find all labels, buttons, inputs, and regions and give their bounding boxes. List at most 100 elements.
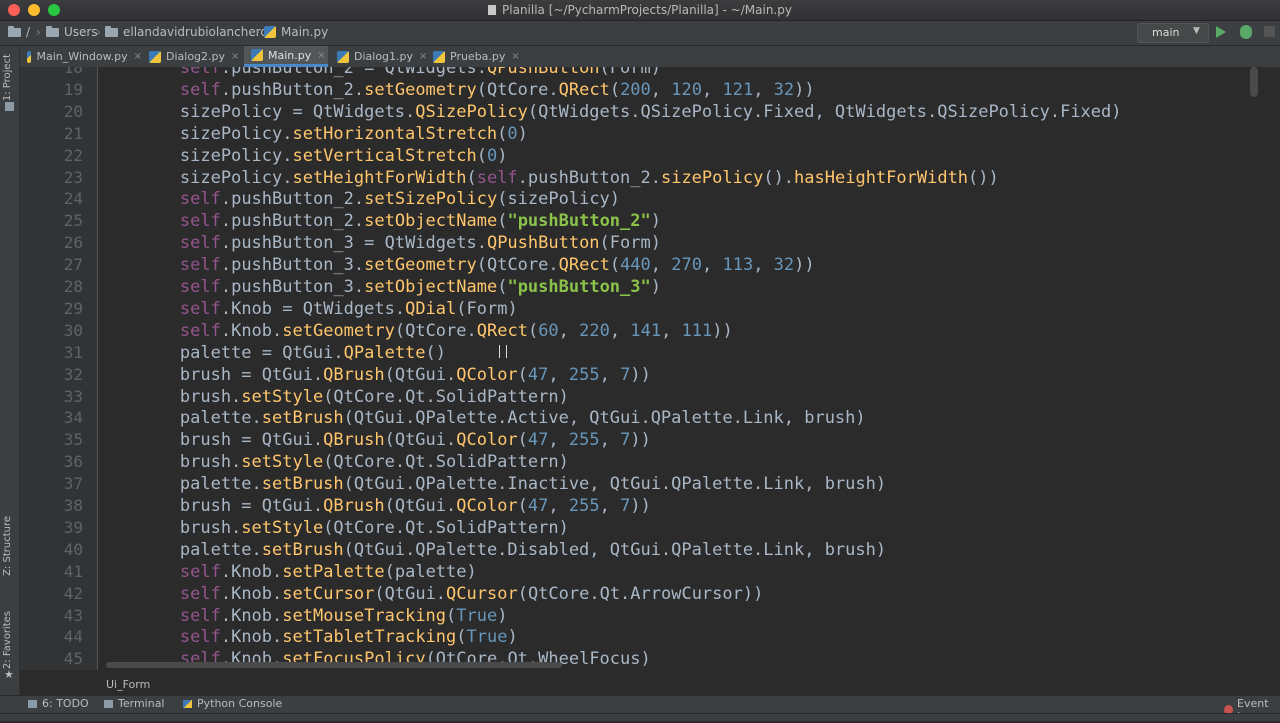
tab-prueba[interactable]: Prueba.py × [426, 46, 520, 67]
line-number: 34 [63, 408, 83, 428]
close-icon[interactable]: × [317, 50, 325, 61]
scrollbar-thumb[interactable] [106, 662, 562, 668]
run-configuration-label: main [1152, 26, 1180, 39]
editor-tab-bar: Main_Window.py × Dialog2.py × Main.py × Dia… [20, 46, 1280, 68]
line-number: 21 [63, 123, 83, 143]
structure-tool-button[interactable]: Z: Structure [2, 516, 13, 576]
code-editor[interactable]: self.pushButton_2 = QtWidgets.QPushButto… [98, 67, 1263, 670]
breadcrumb-separator: › [255, 25, 260, 39]
code-line[interactable]: palette.setBrush(QtGui.QPalette.Active, … [98, 407, 1198, 429]
debug-icon[interactable] [1240, 25, 1252, 39]
line-number: 39 [63, 517, 83, 537]
line-number: 33 [63, 386, 83, 406]
line-number: 25 [63, 211, 83, 231]
code-line[interactable]: self.pushButton_3 = QtWidgets.QPushButto… [98, 232, 1198, 254]
left-tool-strip: 1: Project Z: Structure 2: Favorites ★ [0, 46, 20, 696]
python-file-icon [149, 50, 161, 63]
code-line[interactable]: sizePolicy.setVerticalStretch(0) [98, 145, 1198, 167]
line-number: 41 [63, 561, 83, 581]
code-line[interactable]: self.pushButton_3.setObjectName("pushBut… [98, 276, 1198, 298]
scrollbar-thumb[interactable] [1250, 67, 1258, 97]
code-line[interactable]: self.pushButton_3.setGeometry(QtCore.QRe… [98, 254, 1198, 276]
stop-icon[interactable] [1264, 26, 1275, 37]
code-line[interactable]: brush.setStyle(QtCore.Qt.SolidPattern) [98, 451, 1198, 473]
tab-main[interactable]: Main.py × [244, 46, 328, 67]
line-number: 43 [63, 605, 83, 625]
code-line[interactable]: self.pushButton_2.setSizePolicy(sizePoli… [98, 188, 1198, 210]
python-file-icon [433, 50, 445, 63]
line-number: 29 [63, 298, 83, 318]
list-icon [28, 699, 37, 708]
code-line[interactable]: self.Knob.setGeometry(QtCore.QRect(60, 2… [98, 320, 1198, 342]
code-breadcrumb[interactable]: Ui_Form [98, 676, 1280, 695]
code-line[interactable]: brush.setStyle(QtCore.Qt.SolidPattern) [98, 517, 1198, 539]
terminal-icon [104, 699, 113, 708]
line-number: 40 [63, 539, 83, 559]
code-line[interactable]: brush = QtGui.QBrush(QtGui.QColor(47, 25… [98, 495, 1198, 517]
code-line[interactable]: sizePolicy.setHeightForWidth(self.pushBu… [98, 167, 1198, 189]
project-icon [5, 102, 14, 111]
horizontal-scrollbar[interactable] [98, 660, 1263, 670]
python-console-icon [183, 699, 192, 708]
run-configuration-select[interactable]: main ▼ [1137, 23, 1209, 43]
code-line[interactable]: self.Knob = QtWidgets.QDial(Form) [98, 298, 1198, 320]
code-line[interactable]: self.Knob.setCursor(QtGui.QCursor(QtCore… [98, 583, 1198, 605]
close-icon[interactable]: × [231, 51, 239, 62]
code-line[interactable]: sizePolicy = QtWidgets.QSizePolicy(QtWid… [98, 101, 1198, 123]
code-line[interactable]: self.Knob.setTabletTracking(True) [98, 626, 1198, 648]
line-number: 37 [63, 474, 83, 494]
line-number: 32 [63, 364, 83, 384]
code-line[interactable]: self.Knob.setPalette(palette) [98, 561, 1198, 583]
todo-tool-button[interactable]: 6: TODO [28, 697, 89, 710]
star-icon: ★ [4, 668, 14, 681]
favorites-tool-button[interactable]: 2: Favorites [2, 611, 13, 669]
line-number: 38 [63, 496, 83, 515]
window-title: Planilla [~/PycharmProjects/Planilla] - … [0, 3, 1280, 17]
breadcrumb-file[interactable]: Main.py [264, 25, 328, 39]
line-number: 24 [63, 189, 83, 209]
window-titlebar: Planilla [~/PycharmProjects/Planilla] - … [0, 0, 1280, 21]
code-line[interactable]: self.pushButton_2 = QtWidgets.QPushButto… [98, 67, 1198, 79]
code-line[interactable]: palette.setBrush(QtGui.QPalette.Disabled… [98, 539, 1198, 561]
line-number: 19 [63, 79, 83, 99]
code-line[interactable]: self.pushButton_2.setObjectName("pushBut… [98, 210, 1198, 232]
breadcrumb-root[interactable]: / [8, 25, 30, 39]
line-number: 27 [63, 255, 83, 275]
code-line[interactable]: sizePolicy.setHorizontalStretch(0) [98, 123, 1198, 145]
folder-icon [105, 25, 118, 37]
vertical-scrollbar[interactable] [1246, 67, 1263, 670]
breadcrumb-user-folder[interactable]: ellandavidrubiolancheros [105, 25, 274, 39]
line-number: 44 [63, 627, 83, 647]
close-icon[interactable]: × [511, 51, 519, 62]
line-number: 23 [63, 167, 83, 187]
line-number: 30 [63, 320, 83, 340]
line-number: 36 [63, 452, 83, 472]
breadcrumb-separator: › [96, 25, 101, 39]
tool-window-bar: 6: TODO Terminal Python Console Event Lo [0, 695, 1280, 723]
terminal-tool-button[interactable]: Terminal [104, 697, 165, 710]
project-tool-button[interactable]: 1: Project [2, 54, 13, 101]
line-number: 31 [63, 342, 83, 362]
code-line[interactable]: brush.setStyle(QtCore.Qt.SolidPattern) [98, 386, 1198, 408]
code-line[interactable]: brush = QtGui.QBrush(QtGui.QColor(47, 25… [98, 364, 1198, 386]
python-console-tool-button[interactable]: Python Console [183, 697, 282, 710]
breadcrumb-users[interactable]: Users [46, 25, 98, 39]
line-number: 45 [63, 649, 83, 669]
code-line[interactable]: self.pushButton_2.setGeometry(QtCore.QRe… [98, 79, 1198, 101]
tab-dialog1[interactable]: Dialog1.py × [330, 46, 428, 67]
code-line[interactable]: palette = QtGui.QPalette() [98, 342, 1198, 364]
line-number: 35 [63, 430, 83, 450]
window-title-text: Planilla [~/PycharmProjects/Planilla] - … [502, 3, 792, 17]
line-number: 22 [63, 145, 83, 165]
breadcrumb-separator: › [36, 25, 41, 39]
close-icon[interactable]: × [134, 51, 142, 62]
tab-dialog2[interactable]: Dialog2.py × [142, 46, 242, 67]
code-line[interactable]: brush = QtGui.QBrush(QtGui.QColor(47, 25… [98, 429, 1198, 451]
run-icon[interactable] [1216, 26, 1226, 38]
code-line[interactable]: self.Knob.setMouseTracking(True) [98, 605, 1198, 627]
chevron-down-icon: ▼ [1193, 26, 1200, 36]
folder-icon [8, 25, 21, 37]
folder-icon [46, 25, 59, 37]
code-line[interactable]: palette.setBrush(QtGui.QPalette.Inactive… [98, 473, 1198, 495]
tab-main-window[interactable]: Main_Window.py × [20, 46, 142, 67]
